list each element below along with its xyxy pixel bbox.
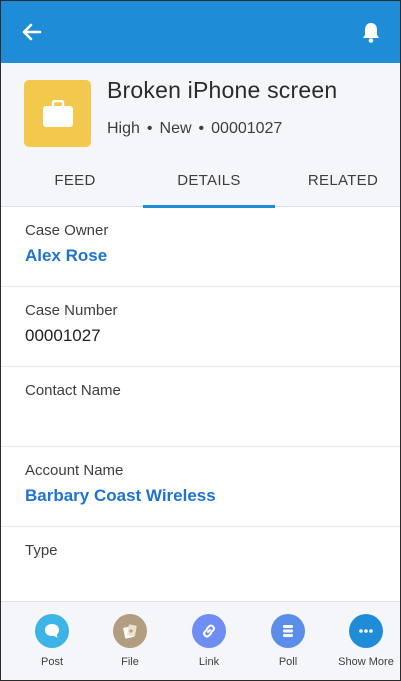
field-type: Type: [1, 527, 400, 607]
field-account-name: Account Name Barbary Coast Wireless: [1, 447, 400, 527]
poll-action-circle: [271, 614, 305, 648]
show-more-action-circle: [349, 614, 383, 648]
details-field-list: Case Owner Alex Rose Case Number 0000102…: [1, 207, 400, 607]
post-action-button[interactable]: Post: [17, 614, 87, 678]
poll-icon: [283, 625, 293, 637]
post-action-circle: [35, 614, 69, 648]
meta-separator: •: [146, 120, 153, 137]
status-value: New: [159, 120, 192, 137]
file-action-button[interactable]: File: [95, 614, 165, 678]
link-icon: [203, 624, 215, 638]
briefcase-icon: [42, 99, 73, 127]
poll-action-button[interactable]: Poll: [253, 614, 323, 678]
link-action-circle: [192, 614, 226, 648]
tab-related[interactable]: RELATED: [287, 153, 399, 207]
field-label: Case Number: [25, 302, 118, 319]
account-name-link[interactable]: Barbary Coast Wireless: [25, 486, 216, 506]
tab-feed[interactable]: FEED: [21, 153, 129, 207]
record-header: Broken iPhone screen High • New • 00001027: [1, 63, 400, 153]
post-action-label: Post: [40, 656, 63, 668]
arrow-left-icon: [22, 23, 42, 41]
case-number-value: 00001027: [211, 120, 283, 137]
back-button[interactable]: [15, 15, 49, 49]
show-more-action-label: Show More: [338, 656, 394, 668]
show-more-action-button[interactable]: Show More: [331, 614, 400, 678]
priority-value: High: [107, 120, 140, 137]
link-action-label: Link: [198, 656, 220, 668]
record-tabs: FEED DETAILS RELATED: [1, 153, 400, 208]
chat-bubble-icon: [45, 624, 59, 638]
tab-details[interactable]: DETAILS: [143, 153, 275, 208]
link-action-button[interactable]: Link: [174, 614, 244, 678]
file-action-label: File: [121, 656, 139, 668]
field-case-number: Case Number 00001027: [1, 287, 400, 367]
mobile-app-frame: Broken iPhone screen High • New • 00001027 F…: [0, 0, 401, 681]
publisher-action-bar: Post File Link Poll Show More: [1, 601, 400, 680]
file-action-circle: [113, 614, 147, 648]
notifications-button[interactable]: [354, 15, 388, 49]
case-owner-link[interactable]: Alex Rose: [25, 246, 107, 266]
field-label: Type: [25, 542, 58, 559]
case-record-icon: [24, 80, 91, 147]
field-case-owner: Case Owner Alex Rose: [1, 207, 400, 287]
more-icon: [359, 629, 373, 633]
file-icon: [123, 624, 137, 639]
record-title: Broken iPhone screen: [107, 77, 338, 103]
meta-separator: •: [198, 120, 205, 137]
field-contact-name: Contact Name: [1, 367, 400, 447]
poll-action-label: Poll: [278, 656, 298, 668]
bell-icon: [363, 23, 379, 43]
record-meta: High • New • 00001027: [107, 120, 282, 138]
field-label: Case Owner: [25, 222, 109, 239]
field-label: Account Name: [25, 462, 124, 479]
field-label: Contact Name: [25, 382, 121, 399]
top-navigation-bar: [1, 1, 400, 63]
case-number-field-value: 00001027: [25, 326, 101, 345]
